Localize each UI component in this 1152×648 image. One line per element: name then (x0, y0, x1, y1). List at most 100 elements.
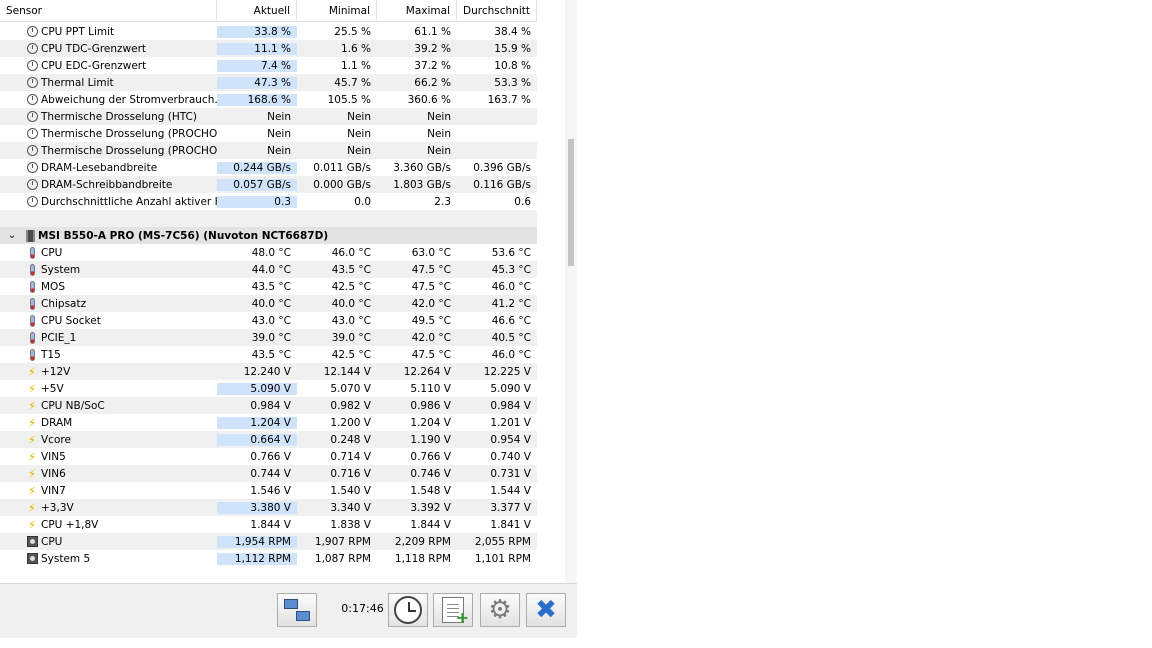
sensor-row[interactable]: Thermische Drosselung (PROCHO… Nein Nein Ne… (0, 125, 537, 142)
sensor-label: System (41, 263, 81, 276)
sensor-row[interactable]: CPU 48.0 °C 46.0 °C 63.0 °C 53.6 °C (0, 244, 537, 261)
sensor-row[interactable]: ⚡ CPU NB/SoC 0.984 V 0.982 V 0.986 V 0.984 V (0, 397, 537, 414)
sensor-row[interactable]: ⚡ VIN7 1.546 V 1.540 V 1.548 V 1.544 V (0, 482, 537, 499)
value-current: 1.844 V (250, 518, 291, 531)
sensor-row[interactable]: Thermische Drosselung (HTC) Nein Nein Nein (0, 108, 537, 125)
sensor-row[interactable]: DRAM-Lesebandbreite 0.244 GB/s 0.011 GB/s 3… (0, 159, 537, 176)
value-avg: 0.984 V (490, 399, 531, 412)
sensor-row[interactable]: Thermal Limit 47.3 % 45.7 % 66.2 % 53.3 % (0, 74, 537, 91)
value-current: 0.3 (217, 195, 297, 208)
value-avg: 1.201 V (490, 416, 531, 429)
sensor-row[interactable]: ⚡ +5V 5.090 V 5.070 V 5.110 V 5.090 V (0, 380, 537, 397)
value-avg: 2,055 RPM (474, 535, 531, 548)
value-avg: 15.9 % (494, 42, 531, 55)
value-max: 1.548 V (410, 484, 451, 497)
value-avg: 53.3 % (494, 76, 531, 89)
column-header: Sensor Aktuell Minimal Maximal Durchschn… (0, 0, 537, 22)
value-min: 0.000 GB/s (313, 178, 371, 191)
sensor-label: CPU Socket (41, 314, 101, 327)
sensor-row[interactable]: ⚡ +3,3V 3.380 V 3.340 V 3.392 V 3.377 V (0, 499, 537, 516)
chip-icon (26, 229, 35, 242)
value-avg: 0.6 (514, 195, 531, 208)
sensor-label: VIN5 (41, 450, 66, 463)
value-min: 1,087 RPM (314, 552, 371, 565)
vertical-scrollbar[interactable] (565, 0, 577, 583)
header-sensor[interactable]: Sensor (0, 0, 217, 22)
group-title: ⌄ MSI B550-A PRO (MS-7C56) (Nuvoton NCT66… (0, 229, 537, 242)
group-header[interactable]: ⌄ MSI B550-A PRO (MS-7C56) (Nuvoton NCT66… (0, 227, 537, 244)
value-min: 0.982 V (330, 399, 371, 412)
scroll-thumb[interactable] (568, 139, 574, 266)
sensor-row[interactable]: System 5 1,112 RPM 1,087 RPM 1,118 RPM 1,101… (0, 550, 537, 567)
value-max: 0.746 V (410, 467, 451, 480)
value-max: 37.2 % (414, 59, 451, 72)
sensor-row[interactable]: ⚡ VIN5 0.766 V 0.714 V 0.766 V 0.740 V (0, 448, 537, 465)
elapsed-timer: 0:17:46 (341, 602, 384, 615)
sensor-label: CPU (41, 535, 63, 548)
network-button[interactable] (277, 593, 317, 627)
value-max: 0.986 V (410, 399, 451, 412)
value-min: 39.0 °C (331, 331, 371, 344)
sensor-row[interactable]: ⚡ CPU +1,8V 1.844 V 1.838 V 1.844 V 1.841 V (0, 516, 537, 533)
sensor-row[interactable]: T15 43.5 °C 42.5 °C 47.5 °C 46.0 °C (0, 346, 537, 363)
sensor-row[interactable]: ⚡ VIN6 0.744 V 0.716 V 0.746 V 0.731 V (0, 465, 537, 482)
header-max[interactable]: Maximal (377, 0, 457, 22)
close-button[interactable]: ✖ (526, 593, 566, 627)
sensor-row[interactable]: CPU 1,954 RPM 1,907 RPM 2,209 RPM 2,055 RPM (0, 533, 537, 550)
value-min: 1,907 RPM (314, 535, 371, 548)
sensor-row[interactable]: Chipsatz 40.0 °C 40.0 °C 42.0 °C 41.2 °C (0, 295, 537, 312)
bottom-toolbar: 0:17:46 + ⚙ ✖ (0, 583, 577, 638)
header-current[interactable]: Aktuell (217, 0, 297, 22)
value-current: 0.984 V (250, 399, 291, 412)
sensor-label: Vcore (41, 433, 71, 446)
sensor-row[interactable]: CPU Socket 43.0 °C 43.0 °C 49.5 °C 46.6 °C (0, 312, 537, 329)
report-button[interactable]: + (433, 593, 473, 627)
value-max: 2,209 RPM (394, 535, 451, 548)
value-max: 3.360 GB/s (393, 161, 451, 174)
sensor-row[interactable]: PCIE_1 39.0 °C 39.0 °C 42.0 °C 40.5 °C (0, 329, 537, 346)
reset-timer-button[interactable] (388, 593, 428, 627)
sensor-row[interactable]: CPU TDC-Grenzwert 11.1 % 1.6 % 39.2 % 15.9 % (0, 40, 537, 57)
value-min: 1.200 V (330, 416, 371, 429)
header-min[interactable]: Minimal (297, 0, 377, 22)
sensor-label: Thermische Drosselung (PROCHO… (41, 144, 217, 157)
sensor-row[interactable]: DRAM-Schreibbandbreite 0.057 GB/s 0.000 GB… (0, 176, 537, 193)
sensor-row[interactable]: Thermische Drosselung (PROCHO… Nein Nein Ne… (0, 142, 537, 159)
value-avg: 41.2 °C (491, 297, 531, 310)
network-icon (284, 599, 310, 621)
sensor-row[interactable]: ⚡ Vcore 0.664 V 0.248 V 1.190 V 0.954 V (0, 431, 537, 448)
header-avg[interactable]: Durchschnitt (457, 0, 537, 22)
chevron-down-icon[interactable]: ⌄ (6, 230, 18, 241)
value-avg: 46.0 °C (491, 348, 531, 361)
value-current: 0.664 V (217, 433, 297, 446)
sensor-row[interactable]: ⚡ DRAM 1.204 V 1.200 V 1.204 V 1.201 V (0, 414, 537, 431)
value-min: 1.1 % (340, 59, 371, 72)
value-min: 1.540 V (330, 484, 371, 497)
sensor-row[interactable]: Abweichung der Stromverbrauch… 168.6 % 105… (0, 91, 537, 108)
sensor-row[interactable]: MOS 43.5 °C 42.5 °C 47.5 °C 46.0 °C (0, 278, 537, 295)
value-max: Nein (427, 127, 451, 140)
sensor-label: VIN6 (41, 467, 66, 480)
value-min: 42.5 °C (331, 280, 371, 293)
sensor-row[interactable]: CPU EDC-Grenzwert 7.4 % 1.1 % 37.2 % 10.8 % (0, 57, 537, 74)
sensor-row[interactable]: ⚡ +12V 12.240 V 12.144 V 12.264 V 12.225 V (0, 363, 537, 380)
close-icon: ✖ (535, 595, 557, 625)
value-max: 42.0 °C (411, 297, 451, 310)
value-max: 12.264 V (403, 365, 451, 378)
value-current: 33.8 % (217, 25, 297, 38)
value-max: 63.0 °C (411, 246, 451, 259)
sensor-row[interactable]: Durchschnittliche Anzahl aktiver K… 0.3 0.… (0, 193, 537, 210)
value-avg: 12.225 V (483, 365, 531, 378)
sensor-name: Abweichung der Stromverbrauch… (0, 94, 217, 106)
settings-button[interactable]: ⚙ (480, 593, 520, 627)
value-current: 44.0 °C (251, 263, 291, 276)
value-avg: 0.396 GB/s (473, 161, 531, 174)
sensor-name: Thermische Drosselung (PROCHO… (0, 145, 217, 157)
sensor-row[interactable]: System 44.0 °C 43.5 °C 47.5 °C 45.3 °C (0, 261, 537, 278)
value-max: 5.110 V (410, 382, 451, 395)
sensor-name: PCIE_1 (0, 331, 217, 344)
sensor-row[interactable]: CPU PPT Limit 33.8 % 25.5 % 61.1 % 38.4 % (0, 23, 537, 40)
sensor-name: ⚡ CPU +1,8V (0, 519, 217, 531)
value-current: 43.0 °C (251, 314, 291, 327)
clock-icon (26, 26, 38, 38)
